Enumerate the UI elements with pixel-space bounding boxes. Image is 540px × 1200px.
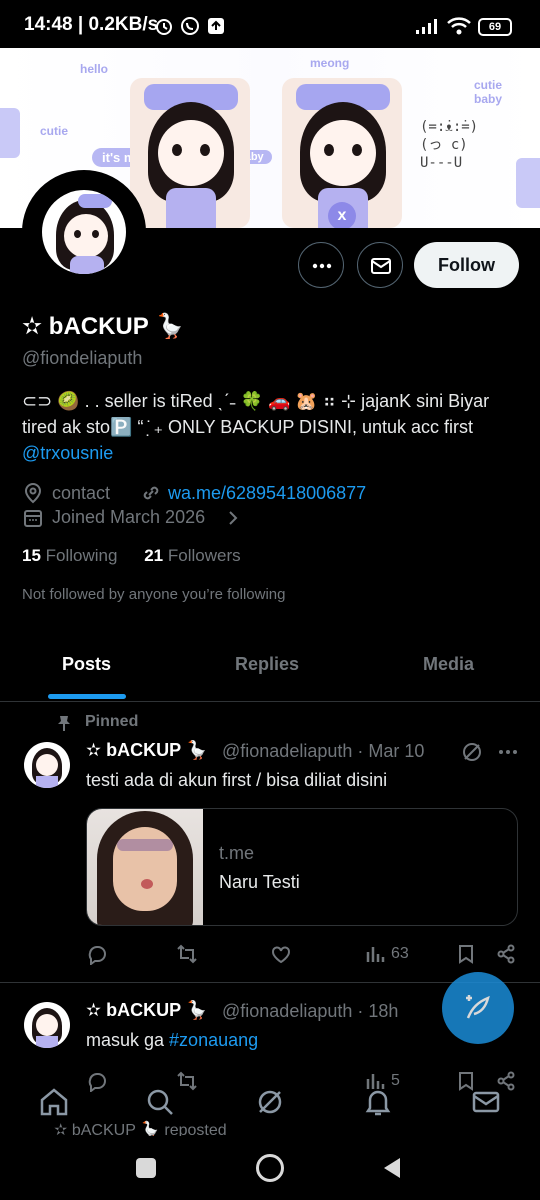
hashtag-link[interactable]: #zonauang [169, 1030, 258, 1050]
banner-word: cutie baby [474, 78, 503, 106]
joined-date[interactable]: Joined March 2026 [52, 507, 205, 528]
system-navigation-bar [0, 1136, 540, 1200]
profile-website-link[interactable]: wa.me/62895418006877 [168, 483, 366, 504]
tab-replies[interactable]: Replies [235, 654, 299, 675]
link-card-domain: t.me [219, 843, 255, 863]
banner-word: hello [80, 62, 109, 76]
tweet-avatar[interactable] [24, 1002, 70, 1048]
link-icon [143, 486, 159, 500]
alarm-icon [156, 19, 172, 35]
status-time: 14:48 | 0.2KB/s [24, 14, 159, 35]
retweet-icon[interactable] [176, 943, 198, 965]
tweet-handle-time[interactable]: @fionadeliaputh · 18h [222, 1001, 398, 1022]
banner-word: cutie [40, 124, 69, 138]
more-horizontal-icon [312, 263, 332, 269]
following-label: Following [45, 546, 118, 565]
whatsapp-icon [181, 17, 199, 35]
link-card-title: Naru Testi [219, 872, 300, 892]
retweet-icon[interactable] [176, 1070, 198, 1092]
reply-icon[interactable] [86, 1070, 108, 1092]
message-button[interactable] [357, 242, 403, 288]
tweet-author-name[interactable]: ✫ bACKUP 🪿 [86, 740, 208, 761]
banner-kaomoji: (=:̇ᴥ:̇=) (っ c) U---U [420, 119, 479, 171]
link-card-image [87, 809, 203, 925]
followers-label: Followers [167, 546, 241, 565]
pinned-label: Pinned [85, 713, 139, 730]
tweet-avatar[interactable] [24, 742, 70, 788]
bio-line: tired ak sto🅿️ “ ̇ ̣₊ ONLY BACKUP DISINI… [22, 417, 474, 437]
tweet-text: testi ada di akun first / bisa diliat di… [86, 770, 388, 790]
like-icon[interactable] [270, 943, 292, 965]
calendar-icon [24, 510, 42, 527]
tabs-divider [0, 701, 540, 702]
profile-avatar[interactable] [22, 170, 146, 294]
wifi-icon [447, 17, 471, 35]
more-options-button[interactable] [298, 242, 344, 288]
tweet-text: masuk ga #zonauang [86, 1030, 258, 1051]
followers-link[interactable]: 21 Followers [144, 546, 240, 565]
bio-mention-link[interactable]: @trxousnie [22, 440, 522, 466]
following-link[interactable]: 15 Following [22, 546, 117, 565]
tweet-text-plain: masuk ga [86, 1030, 170, 1050]
link-card[interactable]: t.me Naru Testi [86, 808, 518, 926]
bookmark-icon[interactable] [455, 943, 477, 965]
notifications-icon[interactable] [362, 1086, 394, 1118]
profile-handle: @fiondeliaputh [22, 348, 143, 368]
envelope-icon [371, 258, 391, 274]
back-icon[interactable] [380, 1156, 404, 1180]
status-bar: 14:48 | 0.2KB/s 69 [0, 0, 540, 52]
profile-location: contact [52, 483, 111, 503]
not-followed-text: Not followed by anyone you’re following [22, 586, 286, 603]
tweet-author-name[interactable]: ✫ bACKUP 🪿 [86, 1000, 208, 1021]
follow-stats: 15 Following 21 Followers [22, 546, 241, 566]
views-icon[interactable] [364, 943, 386, 965]
share-icon[interactable] [495, 943, 517, 965]
followers-count: 21 [144, 546, 164, 565]
bio-line: ⊂⊃ 🥝 . . seller is tiRed ˎˊ˗ 🍀 🚗 🐹 ⠶ ⊹ j… [22, 391, 490, 411]
banner-word: meong [310, 56, 350, 70]
banner-girl-illustration [130, 78, 250, 228]
messages-icon[interactable] [470, 1086, 502, 1118]
tab-posts[interactable]: Posts [62, 654, 111, 675]
compose-post-button[interactable] [442, 972, 514, 1044]
banner-deco [0, 108, 20, 158]
search-icon[interactable] [144, 1086, 176, 1118]
tab-media[interactable]: Media [423, 654, 474, 675]
grok-icon[interactable] [460, 740, 484, 764]
signal-icon [416, 19, 437, 34]
home-circle-icon[interactable] [256, 1154, 284, 1182]
reply-icon[interactable] [86, 943, 108, 965]
pin-icon [58, 716, 70, 731]
views-count: 63 [391, 945, 409, 962]
grok-icon[interactable] [254, 1086, 286, 1118]
banner-deco [516, 158, 540, 208]
profile-bio: ⊂⊃ 🥝 . . seller is tiRed ˎˊ˗ 🍀 🚗 🐹 ⠶ ⊹ j… [22, 388, 522, 466]
location-pin-icon [24, 482, 42, 504]
more-horizontal-icon[interactable] [496, 742, 520, 762]
chevron-right-icon [229, 511, 238, 525]
avatar-image [42, 190, 126, 274]
following-count: 15 [22, 546, 41, 565]
follow-button[interactable]: Follow [414, 242, 519, 288]
recents-icon[interactable] [136, 1158, 156, 1178]
display-name: ✫ bACKUP 🪿 [22, 313, 185, 340]
battery-icon: 69 [478, 18, 512, 36]
tweet-handle-time[interactable]: @fionadeliaputh · Mar 10 [222, 741, 424, 762]
banner-girl-illustration: x [282, 78, 402, 228]
home-icon[interactable] [38, 1086, 70, 1118]
active-tab-indicator [48, 694, 126, 699]
compose-feather-icon [466, 995, 490, 1019]
upload-icon [208, 18, 224, 34]
